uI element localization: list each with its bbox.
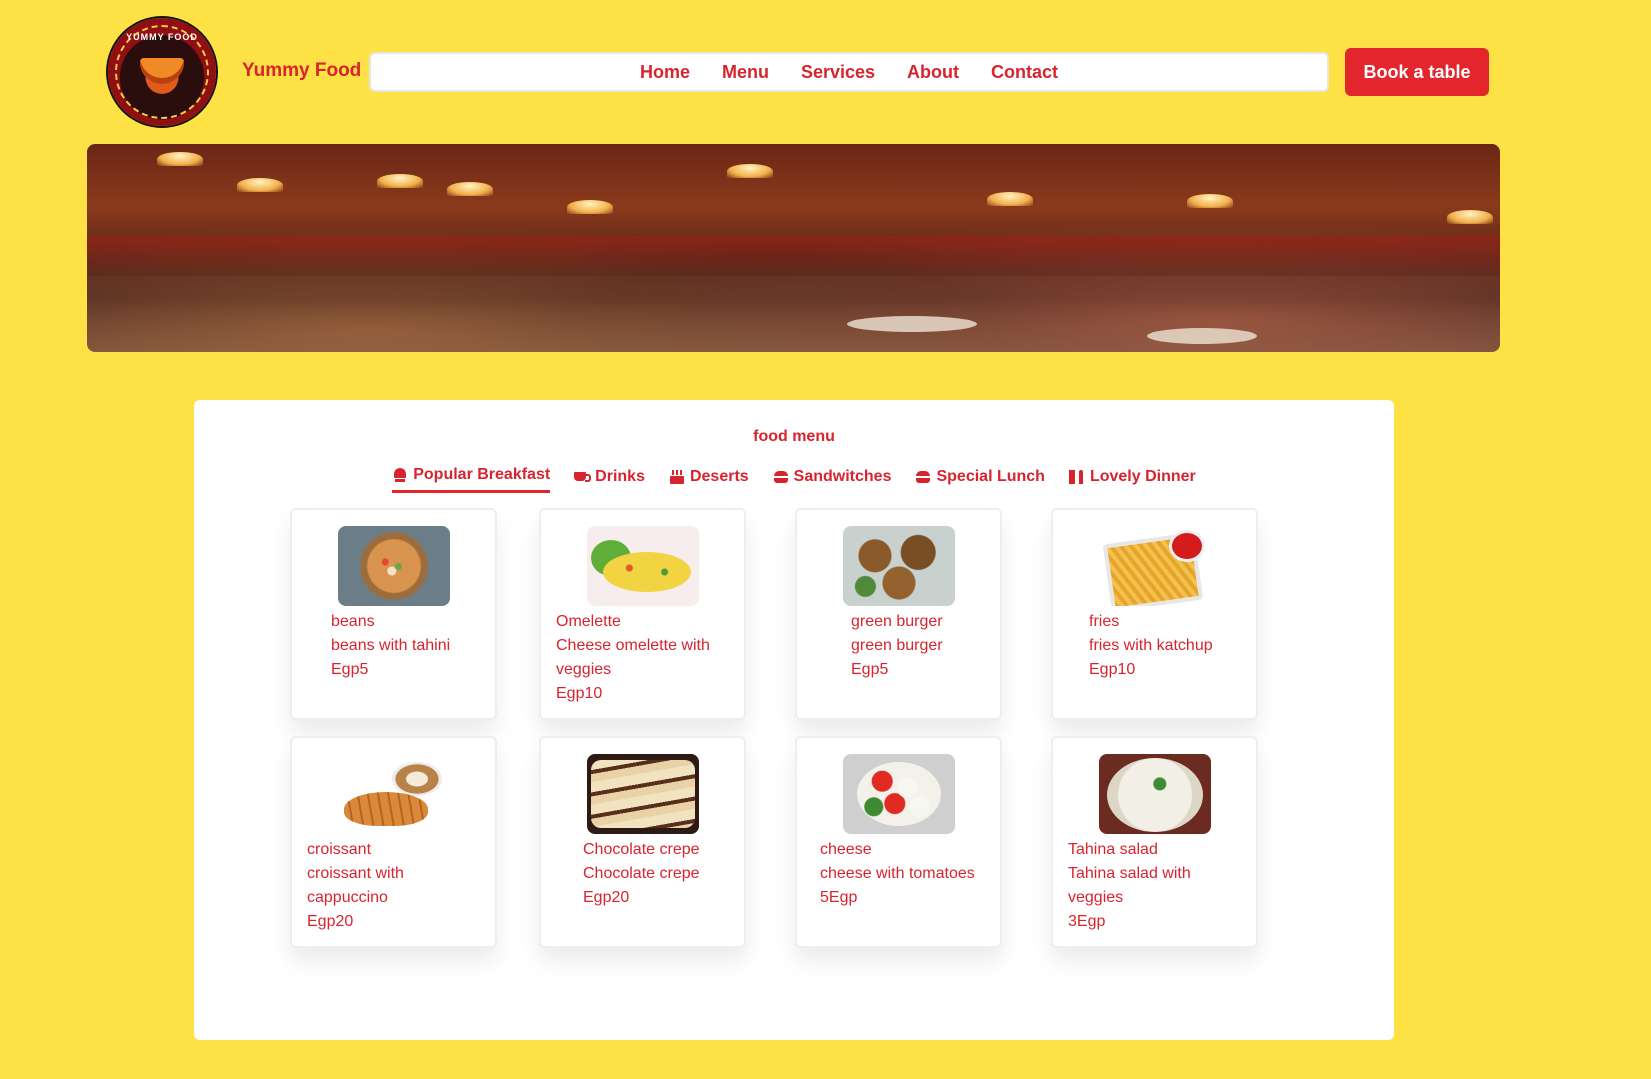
menu-tabs: Popular Breakfast Drinks Deserts Sandwit… [194, 466, 1394, 493]
item-name: Omelette [556, 613, 621, 630]
fries-dish-image [1099, 526, 1211, 606]
nav-contact[interactable]: Contact [991, 62, 1058, 83]
hero-restaurant-image [87, 144, 1500, 352]
item-name: croissant [307, 841, 372, 858]
item-description: beans with tahini [331, 637, 451, 654]
food-menu-panel: food menu Popular Breakfast Drinks Deser… [194, 400, 1394, 1040]
item-description: cappuccino [307, 889, 388, 906]
tab-label: Deserts [689, 467, 749, 485]
lamp-icon [567, 200, 613, 214]
nav-about[interactable]: About [907, 62, 959, 83]
hero-wall [87, 236, 1500, 276]
item-name: cheese [820, 841, 872, 858]
tab-label: Sandwitches [793, 467, 892, 485]
hero-table [847, 316, 977, 332]
tab-label: Drinks [595, 467, 645, 485]
item-price: Egp20 [583, 889, 630, 906]
item-name: Chocolate crepe [583, 841, 700, 858]
item-price: 3Egp [1068, 913, 1106, 930]
tab-deserts[interactable]: Deserts [669, 466, 749, 493]
card-text: cheese cheese with tomatoes 5Egp [820, 838, 975, 910]
green-burger-dish-image [843, 526, 955, 606]
nav-home[interactable]: Home [640, 62, 690, 83]
menu-title: food menu [753, 428, 835, 445]
menu-item-card[interactable]: cheese cheese with tomatoes 5Egp [795, 736, 1002, 948]
tab-label: Popular Breakfast [413, 466, 551, 483]
lamp-icon [237, 178, 283, 192]
tab-lovely-dinner[interactable]: Lovely Dinner [1069, 466, 1196, 493]
card-text: Chocolate crepe Chocolate crepe Egp20 [583, 838, 700, 910]
item-price: 5Egp [820, 889, 858, 906]
nav-menu[interactable]: Menu [722, 62, 769, 83]
item-description: green burger [851, 637, 943, 654]
item-name: green burger [851, 613, 943, 630]
card-text: Omelette Cheese omelette with veggies Eg… [556, 610, 710, 706]
cheese-dish-image [843, 754, 955, 834]
item-description: Tahina salad with [1068, 865, 1191, 882]
hero-table [1147, 328, 1257, 344]
restaurant-logo[interactable]: YUMMY FOOD [108, 18, 216, 126]
menu-item-card[interactable]: green burger green burger Egp5 [795, 508, 1002, 720]
beans-dish-image [338, 526, 450, 606]
menu-item-card[interactable]: beans beans with tahini Egp5 [290, 508, 497, 720]
card-text: Tahina salad Tahina salad with veggies 3… [1068, 838, 1191, 934]
item-name: fries [1089, 613, 1120, 630]
tab-label: Lovely Dinner [1089, 467, 1196, 485]
coffee-cup-icon [574, 470, 592, 484]
item-price: Egp10 [1089, 661, 1136, 678]
menu-item-card[interactable]: Omelette Cheese omelette with veggies Eg… [539, 508, 746, 720]
card-text: croissant croissant with cappuccino Egp2… [307, 838, 404, 934]
item-description: croissant with [307, 865, 404, 882]
burger-icon [915, 470, 931, 484]
item-price: Egp5 [851, 661, 889, 678]
menu-item-card[interactable]: croissant croissant with cappuccino Egp2… [290, 736, 497, 948]
item-name: Tahina salad [1068, 841, 1158, 858]
site-header: YUMMY FOOD Yummy Food Home Menu Services… [0, 0, 1651, 140]
lamp-icon [447, 182, 493, 196]
logo-text: YUMMY FOOD [126, 32, 198, 42]
book-table-button[interactable]: Book a table [1345, 48, 1489, 96]
item-price: Egp10 [556, 685, 603, 702]
croissant-dish-image [338, 754, 450, 834]
item-price: Egp20 [307, 913, 354, 930]
chocolate-crepe-dish-image [587, 754, 699, 834]
item-description: veggies [556, 661, 612, 678]
lamp-icon [727, 164, 773, 178]
tab-sandwitches[interactable]: Sandwitches [773, 466, 892, 493]
lamp-icon [987, 192, 1033, 206]
card-text: fries fries with katchup Egp10 [1089, 610, 1213, 682]
lamp-icon [377, 174, 423, 188]
cake-icon [669, 469, 685, 484]
card-text: green burger green burger Egp5 [851, 610, 943, 682]
tab-special-lunch[interactable]: Special Lunch [915, 466, 1045, 493]
tab-popular-breakfast[interactable]: Popular Breakfast [392, 466, 551, 493]
item-description: Cheese omelette with [556, 637, 710, 654]
item-description: cheese with tomatoes [820, 865, 975, 882]
menu-item-card[interactable]: fries fries with katchup Egp10 [1051, 508, 1258, 720]
item-name: beans [331, 613, 375, 630]
menu-item-card[interactable]: Chocolate crepe Chocolate crepe Egp20 [539, 736, 746, 948]
lamp-icon [1447, 210, 1493, 224]
lamp-icon [157, 152, 203, 166]
tahina-salad-dish-image [1099, 754, 1211, 834]
card-text: beans beans with tahini Egp5 [331, 610, 450, 682]
utensils-icon [1069, 469, 1085, 484]
tab-drinks[interactable]: Drinks [574, 466, 645, 493]
burger-icon [773, 470, 789, 484]
item-description: Chocolate crepe [583, 865, 700, 882]
lamp-icon [1187, 194, 1233, 208]
nav-services[interactable]: Services [801, 62, 875, 83]
item-description: fries with katchup [1089, 637, 1213, 654]
tab-label: Special Lunch [936, 467, 1045, 485]
brand-name[interactable]: Yummy Food [242, 60, 361, 82]
item-price: Egp5 [331, 661, 369, 678]
chef-hat-icon [392, 468, 408, 482]
menu-item-card[interactable]: Tahina salad Tahina salad with veggies 3… [1051, 736, 1258, 948]
omelette-dish-image [587, 526, 699, 606]
main-nav: Home Menu Services About Contact [369, 52, 1329, 92]
item-description: veggies [1068, 889, 1124, 906]
